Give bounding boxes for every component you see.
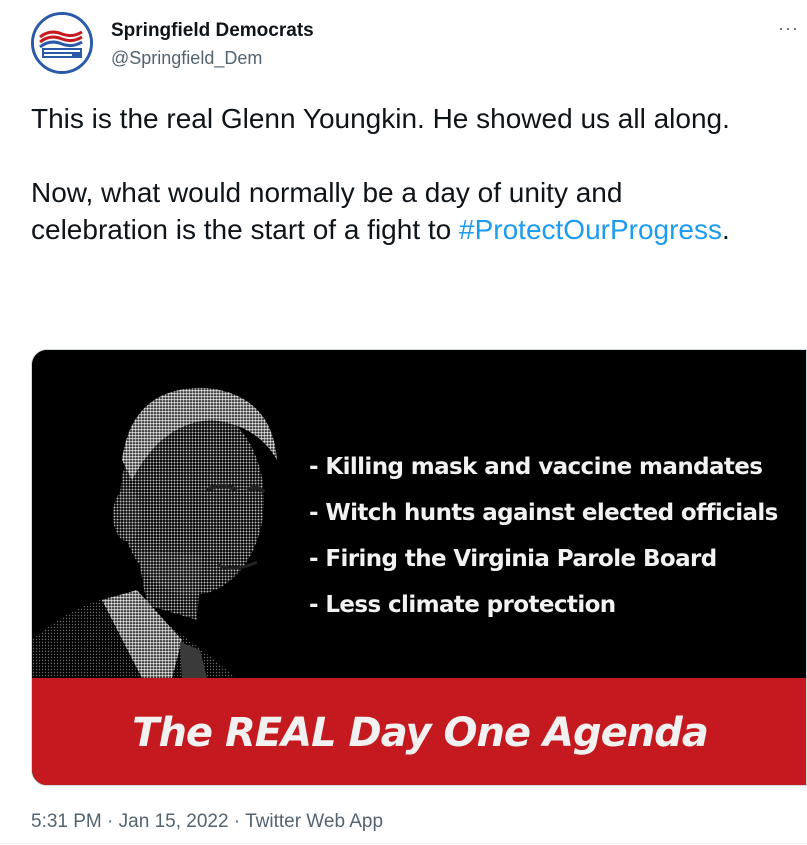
agenda-bullet: - Firing the Virginia Parole Board [309, 546, 717, 572]
more-options-icon[interactable]: ··· [778, 18, 799, 39]
hashtag-link[interactable]: #ProtectOurProgress [459, 214, 722, 245]
agenda-banner: The REAL Day One Agenda [32, 678, 806, 785]
tweet-date[interactable]: Jan 15, 2022 [119, 811, 229, 832]
tweet-time[interactable]: 5:31 PM [31, 811, 102, 832]
agenda-bullet-list: - Killing mask and vaccine mandates - Wi… [309, 454, 778, 638]
meta-separator: · [228, 811, 246, 832]
media-photo: - Killing mask and vaccine mandates - Wi… [32, 350, 806, 678]
meta-separator: · [101, 811, 119, 832]
tweet-text: This is the real Glenn Youngkin. He show… [31, 100, 751, 248]
tweet-media-image[interactable]: - Killing mask and vaccine mandates - Wi… [31, 349, 807, 786]
divider [0, 843, 807, 844]
springfield-democrats-logo [34, 15, 90, 71]
author-name[interactable]: Springfield Democrats [111, 20, 314, 42]
agenda-banner-text: The REAL Day One Agenda [132, 709, 709, 756]
tweet-paragraph-2-end: . [722, 214, 730, 245]
tweet-metadata: 5:31 PM · Jan 15, 2022 · Twitter Web App [31, 811, 383, 833]
tweet-source[interactable]: Twitter Web App [245, 811, 383, 832]
author-handle[interactable]: @Springfield_Dem [111, 48, 262, 69]
portrait-illustration [32, 387, 277, 678]
agenda-bullet: - Witch hunts against elected officials [309, 500, 778, 526]
tweet-paragraph-2: Now, what would normally be a day of uni… [31, 174, 751, 248]
agenda-bullet: - Less climate protection [309, 592, 616, 618]
agenda-bullet: - Killing mask and vaccine mandates [309, 454, 763, 480]
tweet-paragraph-1: This is the real Glenn Youngkin. He show… [31, 103, 730, 134]
avatar[interactable] [31, 12, 93, 74]
